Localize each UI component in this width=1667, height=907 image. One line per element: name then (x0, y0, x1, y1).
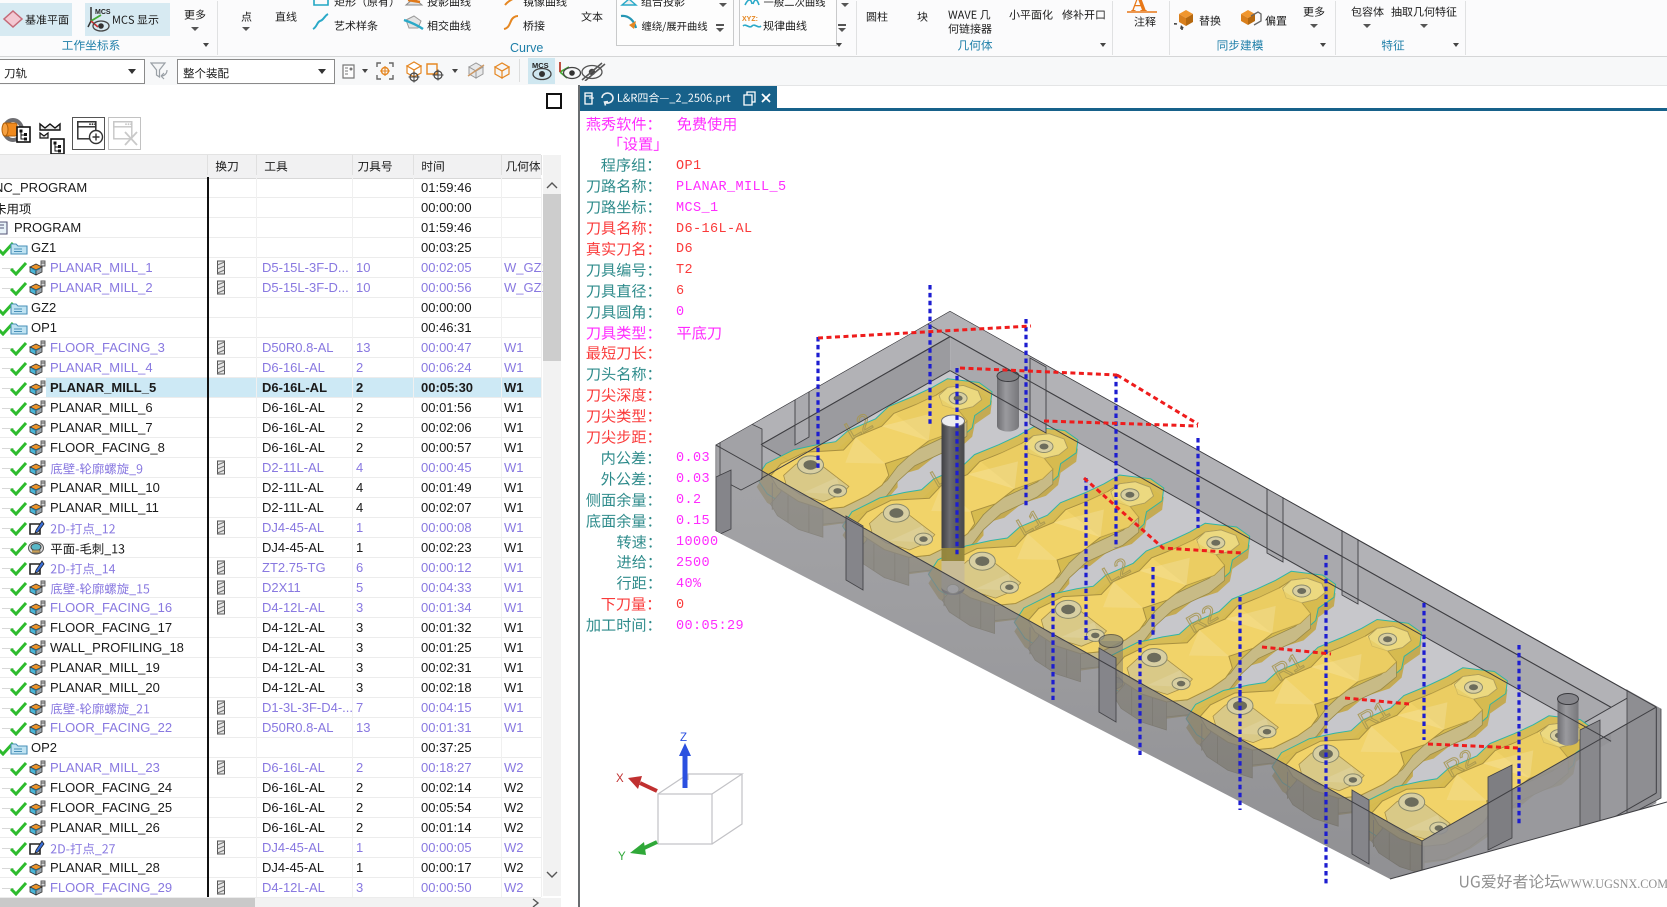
svg-text:X: X (616, 773, 624, 785)
svg-text:XYZ:: XYZ: (742, 16, 758, 23)
svg-text:MCS: MCS (95, 9, 111, 16)
svg-text:Z: Z (680, 732, 687, 744)
svg-text:Y: Y (618, 851, 626, 863)
